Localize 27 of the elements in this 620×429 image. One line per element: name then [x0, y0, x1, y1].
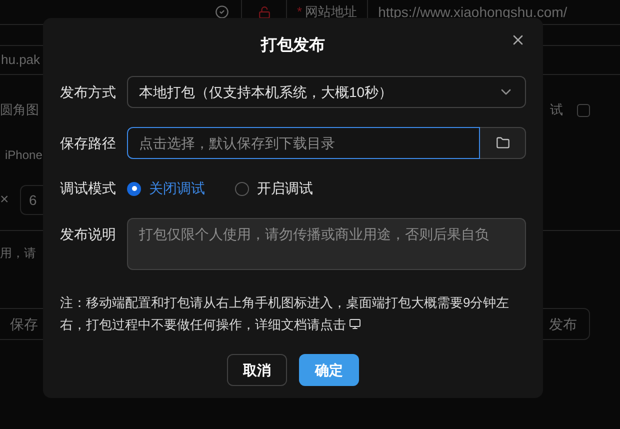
name-field[interactable]: hu.pak — [0, 50, 40, 70]
field-label: 保存路径 — [60, 134, 117, 152]
field-label: 调试模式 — [60, 179, 117, 198]
save-path-field[interactable]: 点击选择，默认保存到下载目录 — [127, 127, 480, 159]
field-label: 发布说明 — [60, 225, 117, 244]
description-field[interactable]: 打包仅限个人使用，请勿传播或商业用途，否则后果自负 — [127, 218, 526, 270]
icon-option-label: 圆角图 — [0, 101, 39, 120]
folder-icon — [496, 136, 510, 150]
radio-option[interactable]: 关闭调试 — [127, 178, 205, 199]
folder-button[interactable] — [480, 127, 526, 159]
check-circle-icon — [215, 5, 229, 19]
url-value: https://www.xiaohongshu.com/ — [377, 2, 568, 22]
radio-option[interactable]: 开启调试 — [235, 178, 313, 199]
debug-checkbox[interactable] — [577, 104, 590, 116]
dialog-title: 打包发布 — [261, 36, 325, 56]
note-text: 注：移动端配置和打包请从右上角手机图标进入，桌面端打包大概需要9分钟左右，打包过程中不要做任何操作，详细文档请点击 — [60, 294, 510, 334]
confirm-button[interactable]: 确定 — [299, 354, 359, 386]
monitor-icon[interactable] — [349, 318, 361, 330]
publish-method-select[interactable]: 本地打包（仅支持本机系统，大概10秒） — [127, 76, 526, 108]
size-separator: × — [0, 190, 10, 210]
field-label: 发布方式 — [60, 82, 117, 102]
radio-button[interactable] — [235, 182, 249, 196]
cancel-button[interactable]: 取消 — [227, 354, 287, 386]
debug-label: 试 — [550, 101, 563, 120]
radio-button[interactable] — [127, 182, 141, 196]
device-label: iPhone — [4, 147, 42, 164]
hint-text: 用，请 — [0, 244, 36, 262]
